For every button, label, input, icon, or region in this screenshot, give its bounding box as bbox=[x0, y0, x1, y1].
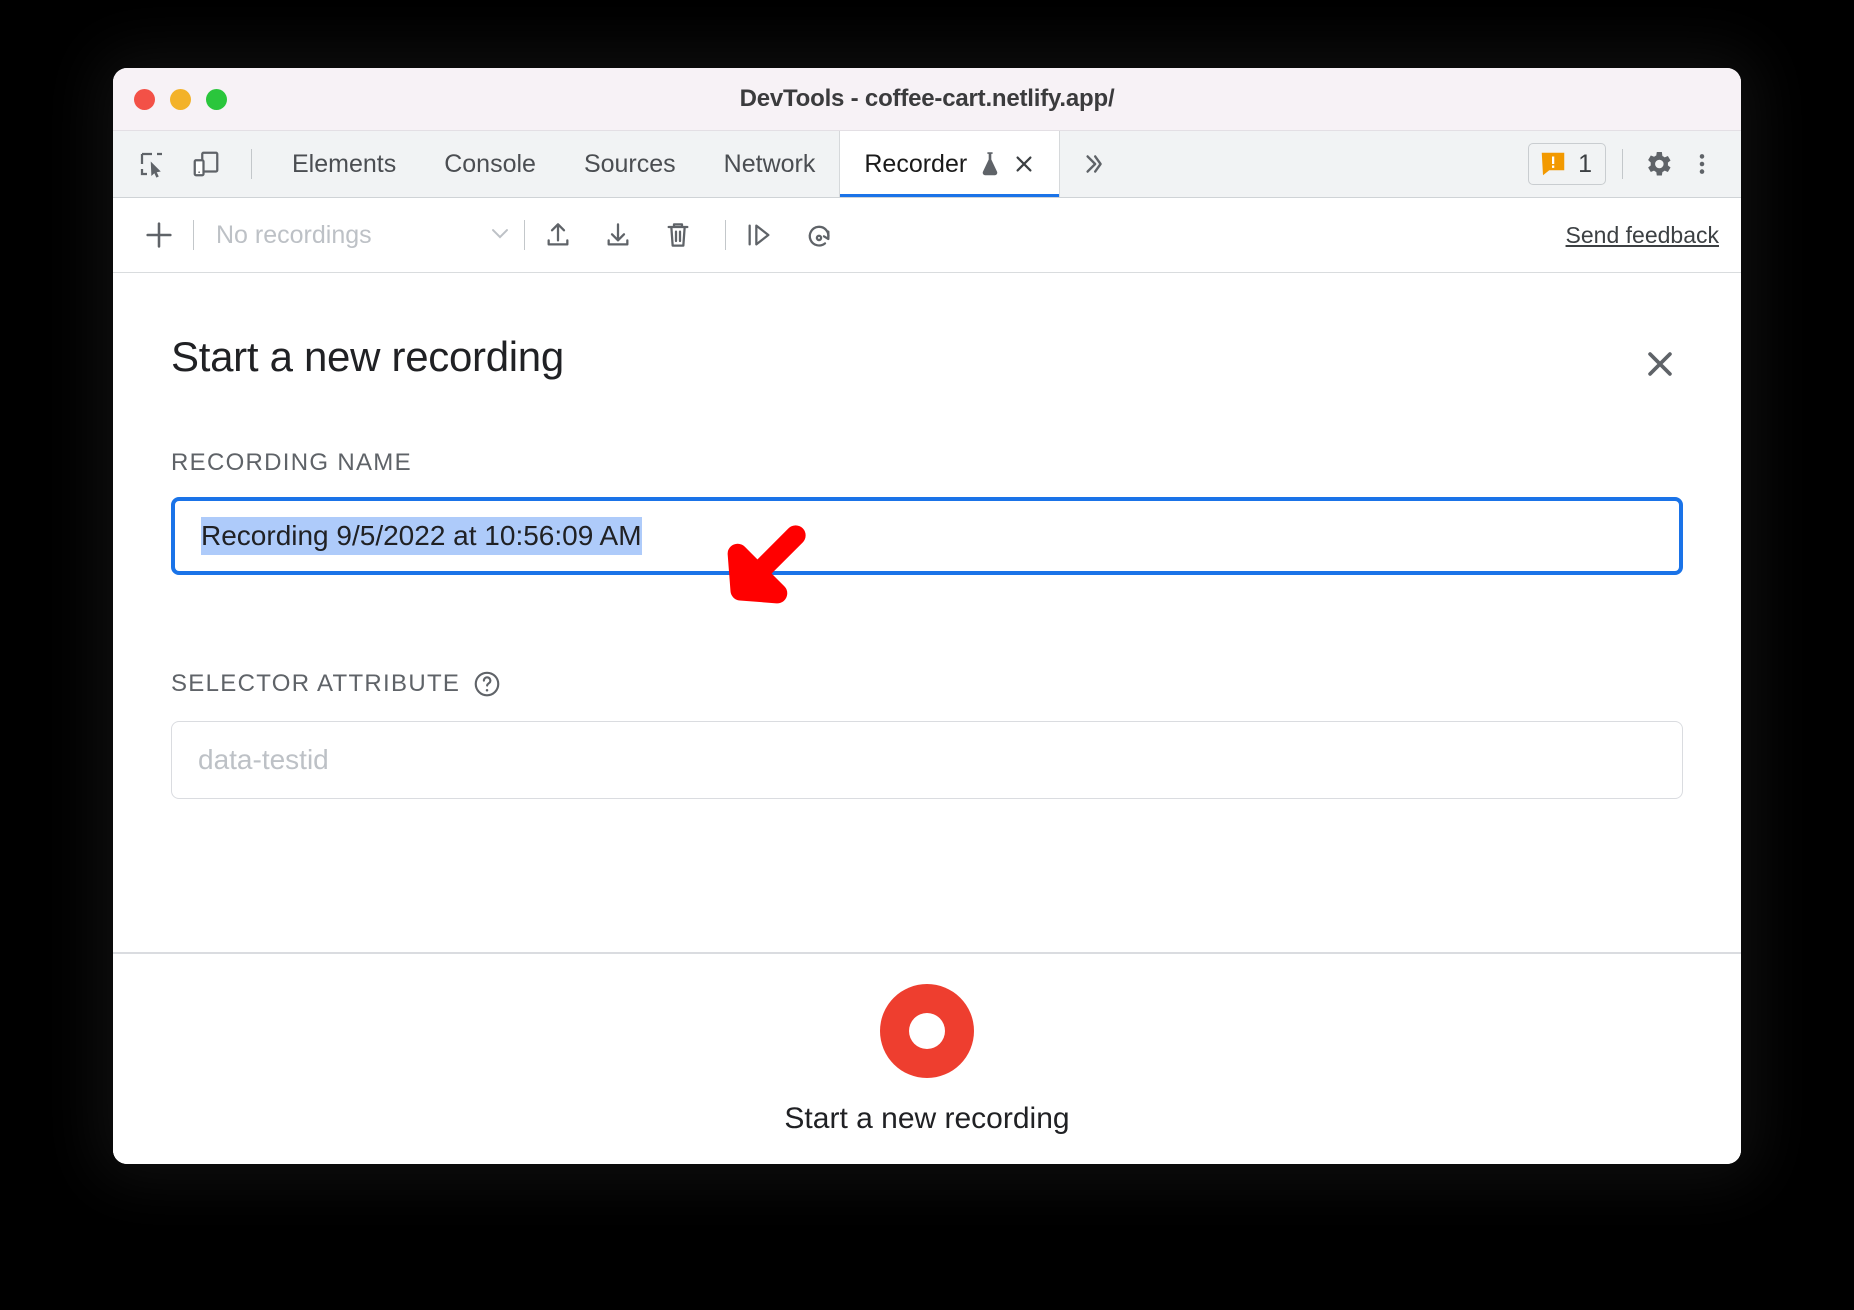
recording-name-label: RECORDING NAME bbox=[171, 449, 1683, 477]
gear-icon[interactable] bbox=[1639, 145, 1677, 183]
field-label-text: SELECTOR ATTRIBUTE bbox=[171, 670, 461, 697]
help-icon[interactable] bbox=[472, 669, 502, 699]
add-recording-icon[interactable] bbox=[135, 211, 183, 259]
tab-label: Elements bbox=[292, 149, 397, 178]
record-button-label: Start a new recording bbox=[784, 1102, 1070, 1135]
recording-name-field: RECORDING NAME Recording 9/5/2022 at 10:… bbox=[171, 449, 1683, 575]
warning-count: 1 bbox=[1578, 149, 1592, 178]
screenshot-root: DevTools - coffee-cart.netlify.app/ Elem… bbox=[0, 0, 1854, 1310]
device-toolbar-icon[interactable] bbox=[187, 145, 225, 183]
recordings-select-value: No recordings bbox=[216, 220, 372, 249]
toolbar-divider bbox=[251, 149, 252, 179]
record-button-inner bbox=[909, 1013, 945, 1049]
recordings-select[interactable]: No recordings bbox=[216, 219, 514, 252]
warning-badge[interactable]: 1 bbox=[1528, 143, 1606, 185]
more-vertical-icon[interactable] bbox=[1683, 145, 1721, 183]
selector-attribute-field: SELECTOR ATTRIBUTE data-testid bbox=[171, 669, 1683, 799]
tabbar-right-divider bbox=[1622, 149, 1623, 179]
tab-label: Sources bbox=[583, 149, 676, 178]
tabbar-right-tools: 1 bbox=[1528, 131, 1741, 197]
field-label-text: RECORDING NAME bbox=[171, 449, 412, 476]
panel-header: Start a new recording bbox=[113, 273, 1741, 387]
send-feedback-link[interactable]: Send feedback bbox=[1566, 222, 1719, 249]
recording-name-input[interactable]: Recording 9/5/2022 at 10:56:09 AM bbox=[171, 497, 1683, 575]
delete-icon[interactable] bbox=[655, 212, 701, 258]
tab-console[interactable]: Console bbox=[420, 131, 560, 197]
inspect-element-icon[interactable] bbox=[133, 145, 171, 183]
selector-attribute-label: SELECTOR ATTRIBUTE bbox=[171, 669, 1683, 699]
new-recording-panel: Start a new recording RECORDING NAME Rec… bbox=[113, 273, 1741, 1164]
devtools-tabbar: Elements Console Sources Network Recorde… bbox=[113, 131, 1741, 198]
tab-elements[interactable]: Elements bbox=[268, 131, 420, 197]
recorder-toolbar: No recordings Send feedback bbox=[113, 198, 1741, 273]
tabbar-left-tools bbox=[113, 131, 262, 197]
replay-icon[interactable] bbox=[796, 212, 842, 258]
devtools-window: DevTools - coffee-cart.netlify.app/ Elem… bbox=[113, 68, 1741, 1164]
experimental-flask-icon bbox=[979, 151, 1001, 177]
step-over-icon[interactable] bbox=[736, 212, 782, 258]
recorder-toolbar-divider-1 bbox=[193, 220, 194, 250]
tab-label: Recorder bbox=[864, 149, 968, 178]
record-button[interactable] bbox=[880, 984, 974, 1078]
devtools-tabs: Elements Console Sources Network Recorde… bbox=[268, 131, 1126, 197]
page-title: Start a new recording bbox=[171, 333, 564, 380]
tab-recorder[interactable]: Recorder bbox=[839, 131, 1061, 197]
more-tabs-icon[interactable] bbox=[1060, 131, 1126, 197]
window-titlebar: DevTools - coffee-cart.netlify.app/ bbox=[113, 68, 1741, 131]
chevron-down-icon bbox=[486, 219, 514, 252]
recording-name-value: Recording 9/5/2022 at 10:56:09 AM bbox=[201, 517, 642, 555]
export-icon[interactable] bbox=[595, 212, 641, 258]
panel-footer: Start a new recording bbox=[113, 952, 1741, 1164]
import-icon[interactable] bbox=[535, 212, 581, 258]
selector-attribute-placeholder: data-testid bbox=[198, 744, 329, 775]
recorder-toolbar-divider-2 bbox=[524, 220, 525, 250]
warning-icon bbox=[1541, 152, 1565, 176]
recorder-toolbar-divider-3 bbox=[725, 220, 726, 250]
close-icon[interactable] bbox=[1637, 341, 1683, 387]
tab-label: Console bbox=[444, 149, 536, 178]
selector-attribute-input[interactable]: data-testid bbox=[171, 721, 1683, 799]
tab-sources[interactable]: Sources bbox=[560, 131, 700, 197]
tab-network[interactable]: Network bbox=[700, 131, 840, 197]
tab-label: Network bbox=[723, 149, 816, 178]
new-recording-form: RECORDING NAME Recording 9/5/2022 at 10:… bbox=[113, 449, 1741, 799]
close-tab-icon[interactable] bbox=[1013, 153, 1035, 175]
window-title: DevTools - coffee-cart.netlify.app/ bbox=[739, 85, 1115, 112]
